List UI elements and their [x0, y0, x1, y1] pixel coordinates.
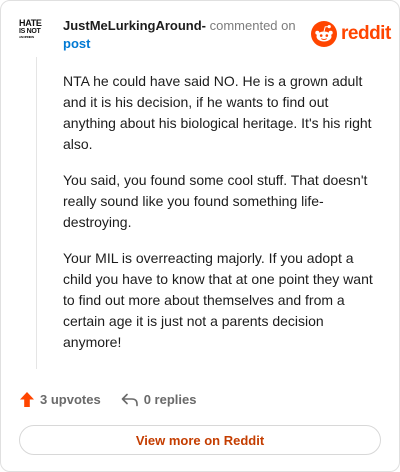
- avatar-text-line-3: AN OPINION: [19, 35, 34, 39]
- commented-on-text: commented on: [206, 18, 296, 33]
- post-link[interactable]: post: [63, 36, 90, 51]
- reddit-logo[interactable]: reddit: [311, 21, 391, 47]
- comment-actions: 3 upvotes 0 replies: [19, 391, 196, 408]
- upvote-arrow-icon: [20, 392, 34, 407]
- comment-header: JustMeLurkingAround- commented on post: [63, 17, 303, 53]
- replies-count: 0 replies: [143, 392, 197, 407]
- comment-paragraph: You said, you found some cool stuff. Tha…: [63, 172, 368, 230]
- replies-button[interactable]: 0 replies: [121, 392, 197, 408]
- thread-line: [36, 57, 37, 369]
- comment-paragraph: NTA he could have said NO. He is a grown…: [63, 73, 372, 152]
- avatar-text-line-1: HATE: [19, 18, 42, 28]
- comment-paragraph: Your MIL is overreacting majorly. If you…: [63, 250, 373, 350]
- reddit-wordmark: reddit: [341, 23, 391, 44]
- avatar-text-line-2: IS NOT: [19, 28, 41, 35]
- avatar[interactable]: HATE IS NOT AN OPINION: [19, 19, 45, 45]
- upvotes-count: 3 upvotes: [40, 392, 101, 407]
- upvotes-button[interactable]: 3 upvotes: [19, 391, 101, 408]
- reddit-snoo-icon: [311, 21, 337, 47]
- view-more-on-reddit-button[interactable]: View more on Reddit: [19, 425, 381, 455]
- author-link[interactable]: JustMeLurkingAround-: [63, 18, 206, 33]
- reply-arrow-icon: [121, 393, 138, 406]
- comment-embed-card: HATE IS NOT AN OPINION JustMeLurkingArou…: [0, 0, 400, 472]
- comment-body: NTA he could have said NO. He is a grown…: [63, 71, 381, 368]
